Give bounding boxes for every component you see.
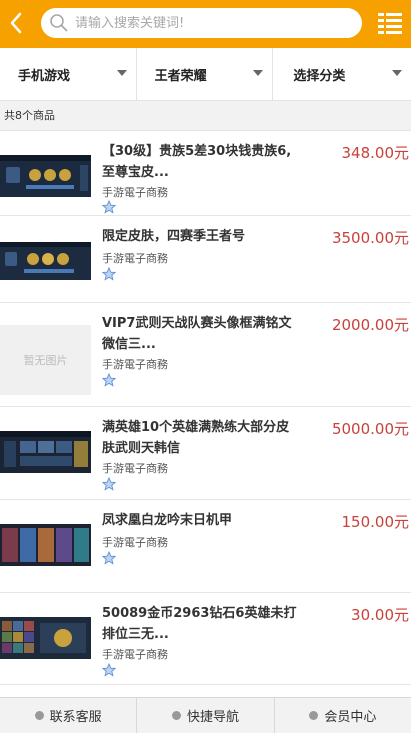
product-price: 5000.00元: [331, 420, 409, 438]
seller-name: 手游電子商務: [102, 252, 168, 265]
filter-label: 手机游戏: [18, 68, 71, 84]
caret-down-icon: [253, 70, 264, 76]
star-icon[interactable]: [102, 663, 116, 677]
filter-label: 王者荣耀: [154, 68, 207, 84]
caret-down-icon: [392, 70, 403, 76]
star-icon[interactable]: [102, 373, 116, 387]
product-thumbnail[interactable]: [0, 431, 91, 473]
seller-name: 手游電子商務: [102, 358, 168, 371]
product-item[interactable]: 限定皮肤，四赛季王者号 手游電子商務 3500.00元: [0, 216, 411, 303]
filter-category-dropdown[interactable]: 选择分类: [273, 48, 411, 100]
product-title[interactable]: 限定皮肤，四赛季王者号: [102, 226, 316, 247]
category-menu-button[interactable]: [377, 10, 403, 36]
seller-name: 手游電子商務: [102, 186, 168, 199]
star-icon[interactable]: [102, 200, 116, 214]
search-input[interactable]: [75, 15, 335, 31]
product-price: 30.00元: [351, 606, 409, 624]
result-count: 共8个商品: [0, 101, 411, 131]
product-thumbnail[interactable]: [0, 155, 91, 197]
product-item[interactable]: 暂无图片 VIP7武则天战队赛头像框满铭文 微信三... 手游電子商務 2000…: [0, 303, 411, 407]
filter-game-dropdown[interactable]: 王者荣耀: [137, 48, 274, 100]
member-center-button[interactable]: 会员中心: [275, 698, 411, 733]
back-button[interactable]: [4, 8, 28, 38]
filter-bar: 手机游戏 王者荣耀 选择分类: [0, 48, 411, 101]
seller-name: 手游電子商務: [102, 536, 168, 549]
product-title[interactable]: VIP7武则天战队赛头像框满铭文 微信三...: [102, 313, 316, 355]
bottom-nav: 联系客服 快捷导航 会员中心: [0, 697, 411, 733]
contact-service-button[interactable]: 联系客服: [0, 698, 138, 733]
product-price: 3500.00元: [331, 229, 409, 247]
seller-name: 手游電子商務: [102, 462, 168, 475]
search-icon: [50, 14, 68, 32]
bullet-icon: [34, 711, 44, 720]
product-item[interactable]: 50089金币2963钻石6英雄未打 排位三无... 手游電子商務 30.00元: [0, 593, 411, 685]
product-thumbnail[interactable]: [0, 617, 91, 659]
star-icon[interactable]: [102, 267, 116, 281]
product-item[interactable]: 凤求凰白龙吟末日机甲 手游電子商務 150.00元: [0, 500, 411, 593]
star-icon[interactable]: [102, 477, 116, 491]
footer-label: 会员中心: [324, 710, 377, 725]
product-price: 2000.00元: [331, 316, 409, 334]
list-menu-icon: [378, 13, 402, 34]
filter-label: 选择分类: [293, 68, 346, 84]
caret-down-icon: [116, 70, 127, 76]
footer-label: 联系客服: [49, 710, 102, 725]
product-thumbnail[interactable]: [0, 242, 91, 280]
product-thumbnail-placeholder[interactable]: 暂无图片: [0, 325, 91, 395]
star-icon[interactable]: [102, 551, 116, 565]
product-title[interactable]: 满英雄10个英雄满熟练大部分皮 肤武则天韩信: [102, 417, 316, 459]
quick-nav-button[interactable]: 快捷导航: [137, 698, 275, 733]
product-thumbnail[interactable]: [0, 524, 91, 566]
chevron-left-icon: [10, 12, 22, 34]
seller-name: 手游電子商務: [102, 648, 168, 661]
product-price: 348.00元: [341, 144, 410, 162]
bullet-icon: [171, 711, 181, 720]
product-list: 【30级】贵族5差30块钱贵族6, 至尊宝皮... 手游電子商務 348.00元…: [0, 131, 411, 685]
product-title[interactable]: 【30级】贵族5差30块钱贵族6, 至尊宝皮...: [102, 141, 316, 183]
bullet-icon: [309, 711, 319, 720]
product-item[interactable]: 满英雄10个英雄满熟练大部分皮 肤武则天韩信 手游電子商務 5000.00元: [0, 407, 411, 500]
search-bar[interactable]: [41, 8, 362, 38]
product-price: 150.00元: [341, 513, 410, 531]
product-title[interactable]: 50089金币2963钻石6英雄未打 排位三无...: [102, 603, 316, 645]
footer-label: 快捷导航: [186, 710, 239, 725]
filter-platform-dropdown[interactable]: 手机游戏: [0, 48, 137, 100]
product-item[interactable]: 【30级】贵族5差30块钱贵族6, 至尊宝皮... 手游電子商務 348.00元: [0, 131, 411, 216]
product-title[interactable]: 凤求凰白龙吟末日机甲: [102, 510, 316, 531]
top-header: [0, 0, 411, 48]
